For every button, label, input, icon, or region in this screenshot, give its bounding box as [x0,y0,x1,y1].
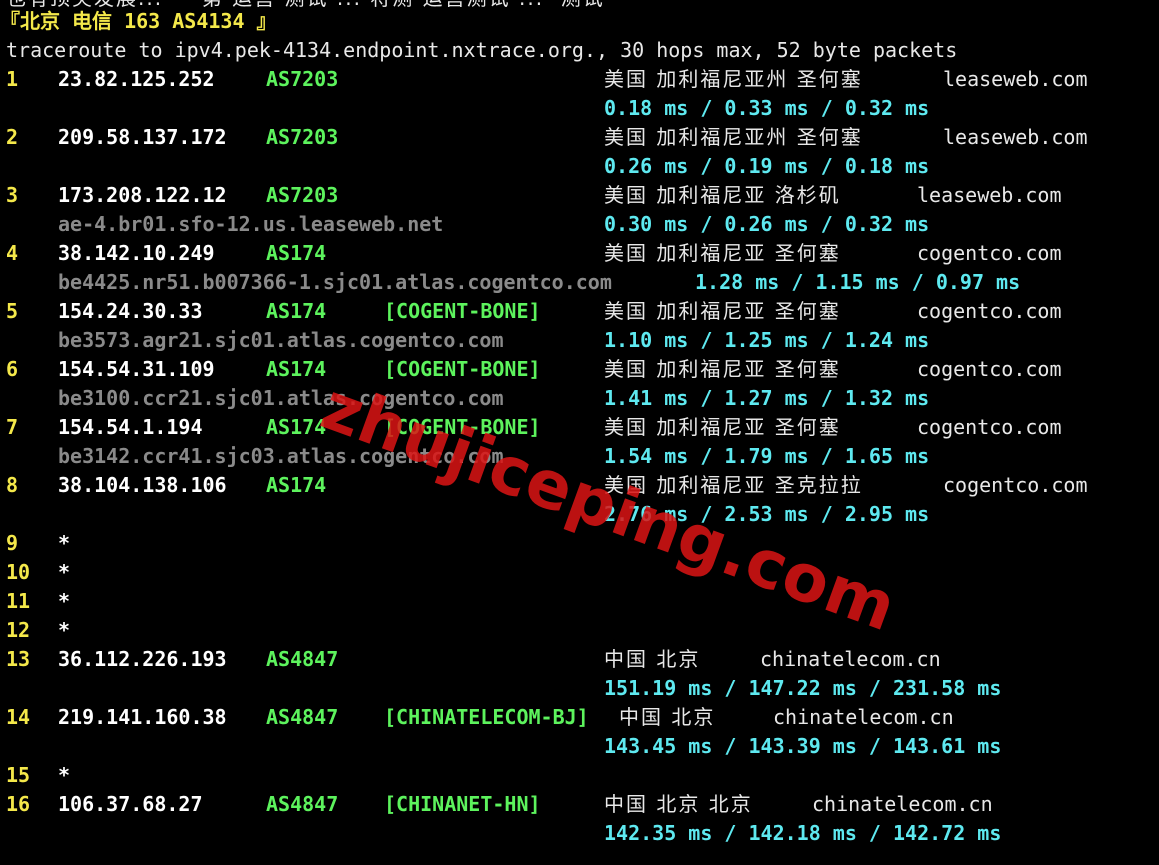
hop-asn: AS174 [266,473,327,497]
hop-number: 7 [6,415,19,439]
hop-rtt: 0.18 ms / 0.33 ms / 0.32 ms [604,96,930,120]
hop-asn: AS4847 [266,792,339,816]
hop-rdns: be3573.agr21.sjc01.atlas.cogentco.com [58,328,504,352]
hop-ip: 173.208.122.12 [58,183,227,207]
hop-domain: cogentco.com [943,473,1088,497]
hop-rdns: ae-4.br01.sfo-12.us.leaseweb.net [58,212,444,236]
hop-number: 1 [6,67,19,91]
hop-ip: 154.24.30.33 [58,299,203,323]
hop-tag: [CHINANET-HN] [384,792,541,816]
hop-rtt: 2.76 ms / 2.53 ms / 2.95 ms [604,502,930,526]
hop-rtt: 1.28 ms / 1.15 ms / 0.97 ms [695,270,1021,294]
hop-number: 5 [6,299,19,323]
hop-tag: [COGENT-BONE] [384,415,541,439]
hop-number: 8 [6,473,19,497]
hop-tag: [COGENT-BONE] [384,357,541,381]
hop-domain: chinatelecom.cn [760,647,941,671]
hop-ip: 106.37.68.27 [58,792,203,816]
hop-domain: leaseweb.com [943,125,1088,149]
hop-rdns: be3100.ccr21.sjc01.atlas.cogentco.com [58,386,504,410]
hop-number: 13 [6,647,31,671]
hop-ip: 209.58.137.172 [58,125,227,149]
hop-ip: * [58,763,71,787]
hop-ip: * [58,531,71,555]
hop-geo: 美国 加利福尼亚州 圣何塞 [604,67,863,91]
hop-geo: 美国 加利福尼亚 圣何塞 [604,299,841,323]
hop-rtt: 151.19 ms / 147.22 ms / 231.58 ms [604,676,1002,700]
hop-asn: AS7203 [266,183,339,207]
hop-number: 11 [6,589,31,613]
hop-domain: cogentco.com [917,415,1062,439]
hop-ip: 38.104.138.106 [58,473,227,497]
hop-geo: 美国 加利福尼亚 圣何塞 [604,415,841,439]
traceroute-command-line: traceroute to ipv4.pek-4134.endpoint.nxt… [6,38,958,62]
hop-geo: 中国 北京 [619,705,716,729]
hop-number: 15 [6,763,31,787]
hop-geo: 美国 加利福尼亚 圣克拉拉 [604,473,863,497]
hop-domain: cogentco.com [917,241,1062,265]
hop-rtt: 0.26 ms / 0.19 ms / 0.18 ms [604,154,930,178]
hop-ip: * [58,618,71,642]
hop-number: 12 [6,618,31,642]
hop-domain: cogentco.com [917,357,1062,381]
hop-number: 14 [6,705,31,729]
hop-ip: * [58,560,71,584]
hop-rtt: 143.45 ms / 143.39 ms / 143.61 ms [604,734,1002,758]
hop-geo: 美国 加利福尼亚 圣何塞 [604,241,841,265]
hop-geo: 美国 加利福尼亚 圣何塞 [604,357,841,381]
hop-ip: 219.141.160.38 [58,705,227,729]
hop-ip: 36.112.226.193 [58,647,227,671]
hop-asn: AS174 [266,299,327,323]
hop-number: 10 [6,560,31,584]
hop-geo: 美国 加利福尼亚州 圣何塞 [604,125,863,149]
hop-domain: chinatelecom.cn [812,792,993,816]
hop-rdns: be3142.ccr41.sjc03.atlas.cogentco.com [58,444,504,468]
hop-geo: 中国 北京 北京 [604,792,753,816]
hop-ip: * [58,589,71,613]
hop-asn: AS174 [266,241,327,265]
hop-geo: 中国 北京 [604,647,701,671]
hop-asn: AS7203 [266,67,339,91]
hop-number: 6 [6,357,19,381]
hop-number: 3 [6,183,19,207]
hop-ip: 38.142.10.249 [58,241,215,265]
hop-domain: leaseweb.com [943,67,1088,91]
hop-asn: AS174 [266,357,327,381]
hop-number: 16 [6,792,31,816]
hop-number: 9 [6,531,19,555]
hop-asn: AS4847 [266,705,339,729]
hop-asn: AS7203 [266,125,339,149]
hop-rdns: be4425.nr51.b007366-1.sjc01.atlas.cogent… [58,270,612,294]
hop-asn: AS4847 [266,647,339,671]
hop-rtt: 0.30 ms / 0.26 ms / 0.32 ms [604,212,930,236]
hop-rtt: 1.54 ms / 1.79 ms / 1.65 ms [604,444,930,468]
hop-number: 2 [6,125,19,149]
hop-domain: chinatelecom.cn [773,705,954,729]
hop-tag: [COGENT-BONE] [384,299,541,323]
hop-geo: 美国 加利福尼亚 洛杉矶 [604,183,841,207]
hop-number: 4 [6,241,19,265]
hop-rtt: 1.10 ms / 1.25 ms / 1.24 ms [604,328,930,352]
hop-domain: cogentco.com [917,299,1062,323]
hop-rtt: 142.35 ms / 142.18 ms / 142.72 ms [604,821,1002,845]
hop-ip: 154.54.31.109 [58,357,215,381]
hop-asn: AS174 [266,415,327,439]
hop-ip: 23.82.125.252 [58,67,215,91]
hop-domain: leaseweb.com [917,183,1062,207]
hop-tag: [CHINATELECOM-BJ] [384,705,589,729]
hop-rtt: 1.41 ms / 1.27 ms / 1.32 ms [604,386,930,410]
target-label: 『北京 电信 163 AS4134 』 [0,9,277,33]
hop-ip: 154.54.1.194 [58,415,203,439]
